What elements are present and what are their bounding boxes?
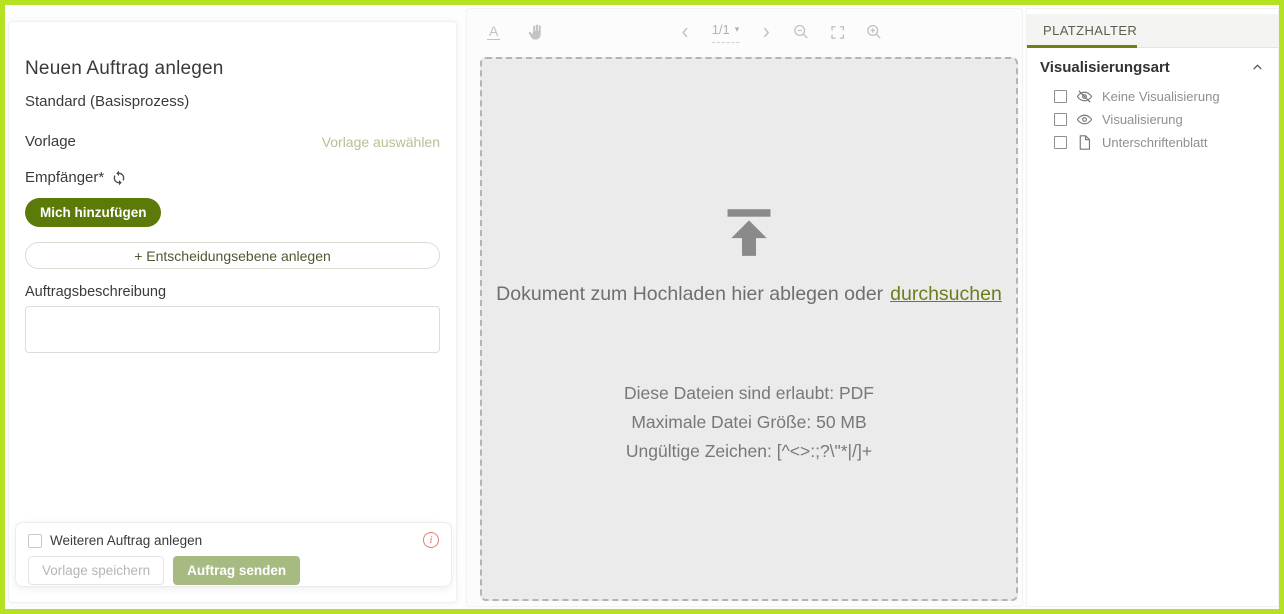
eye-icon (1076, 111, 1093, 128)
tab-platzhalter-label: PLATZHALTER (1043, 23, 1137, 38)
create-another-checkbox[interactable] (28, 534, 42, 548)
select-template-link[interactable]: Vorlage auswählen (322, 134, 440, 150)
document-viewer: A 1/1 ▾ (466, 8, 1023, 607)
new-order-panel: Neuen Auftrag anlegen Standard (Basispro… (8, 21, 457, 603)
zoom-in-icon[interactable] (865, 23, 883, 41)
invalid-chars-text: Ungültige Zeichen: [^<>:;?\"*|/]+ (482, 437, 1016, 466)
visualisierung-checkbox[interactable] (1054, 113, 1067, 126)
drop-instruction: Dokument zum Hochladen hier ablegen oder… (482, 283, 1016, 306)
create-another-label: Weiteren Auftrag anlegen (50, 533, 202, 548)
zoom-out-icon[interactable] (792, 23, 810, 41)
page-select-caret-icon: ▾ (735, 25, 740, 34)
page-number: 1/1 (712, 22, 730, 37)
template-label: Vorlage (25, 133, 76, 150)
upload-rules: Diese Dateien sind erlaubt: PDF Maximale… (482, 379, 1016, 466)
visualization-section-header: Visualisierungsart (1040, 59, 1265, 76)
document-icon (1076, 134, 1093, 151)
browse-link[interactable]: durchsuchen (890, 283, 1002, 306)
next-page-icon[interactable] (758, 25, 773, 40)
visualization-options: Keine Visualisierung Visualisierung Unte… (1040, 85, 1265, 154)
max-size-text: Maximale Datei Größe: 50 MB (482, 408, 1016, 437)
upload-icon (721, 209, 777, 263)
page-indicator[interactable]: 1/1 ▾ (712, 22, 740, 43)
upload-dropzone[interactable]: Dokument zum Hochladen hier ablegen oder… (480, 57, 1018, 601)
option-unterschriftenblatt: Unterschriftenblatt (1040, 131, 1265, 154)
add-decision-level-button[interactable]: + Entscheidungsebene anlegen (25, 242, 440, 269)
viewer-toolbar: A 1/1 ▾ (467, 9, 1022, 55)
esignature-app: Neuen Auftrag anlegen Standard (Basispro… (0, 0, 1284, 614)
page-title: Neuen Auftrag anlegen (25, 58, 440, 80)
send-order-button[interactable]: Auftrag senden (173, 556, 300, 585)
visualization-type-title: Visualisierungsart (1040, 59, 1170, 76)
toolbar-left-group: A (487, 9, 545, 55)
recipient-order-icon[interactable] (111, 170, 127, 186)
submit-card: Weiteren Auftrag anlegen i Vorlage speic… (15, 522, 452, 587)
active-tab-underline (1027, 45, 1137, 48)
option-visualisierung: Visualisierung (1040, 108, 1265, 131)
tab-platzhalter[interactable]: PLATZHALTER (1027, 14, 1137, 47)
create-another-row: Weiteren Auftrag anlegen (28, 533, 439, 548)
action-buttons: Vorlage speichern Auftrag senden (28, 556, 439, 585)
order-description-label: Auftragsbeschreibung (25, 284, 440, 300)
drop-text: Dokument zum Hochladen hier ablegen oder (496, 283, 883, 306)
unterschriftenblatt-checkbox[interactable] (1054, 136, 1067, 149)
placeholder-panel: PLATZHALTER Visualisierungsart Keine Vis… (1026, 8, 1279, 607)
text-annotation-icon[interactable]: A (487, 24, 500, 40)
allowed-files-text: Diese Dateien sind erlaubt: PDF (482, 379, 1016, 408)
process-type-label: Standard (Basisprozess) (25, 93, 440, 110)
pan-tool-icon[interactable] (526, 23, 545, 42)
add-me-button[interactable]: Mich hinzufügen (25, 198, 161, 227)
template-row: Vorlage Vorlage auswählen (25, 133, 440, 150)
prev-page-icon[interactable] (678, 25, 693, 40)
option-label: Visualisierung (1102, 112, 1183, 127)
fit-screen-icon[interactable] (829, 24, 846, 41)
recipient-label: Empfänger* (25, 169, 104, 186)
placeholder-tabbar: PLATZHALTER (1027, 14, 1278, 48)
recipient-row: Empfänger* (25, 169, 440, 186)
option-label: Keine Visualisierung (1102, 89, 1220, 104)
keine-visualisierung-checkbox[interactable] (1054, 90, 1067, 103)
order-description-input[interactable] (25, 306, 440, 353)
eye-off-icon (1076, 88, 1093, 105)
option-label: Unterschriftenblatt (1102, 135, 1208, 150)
info-icon[interactable]: i (423, 532, 439, 548)
placeholder-body: Visualisierungsart Keine Visualisierung (1027, 48, 1278, 154)
collapse-chevron-icon[interactable] (1250, 60, 1265, 75)
option-keine-visualisierung: Keine Visualisierung (1040, 85, 1265, 108)
save-template-button[interactable]: Vorlage speichern (28, 556, 164, 585)
toolbar-center-group: 1/1 ▾ (678, 9, 884, 55)
